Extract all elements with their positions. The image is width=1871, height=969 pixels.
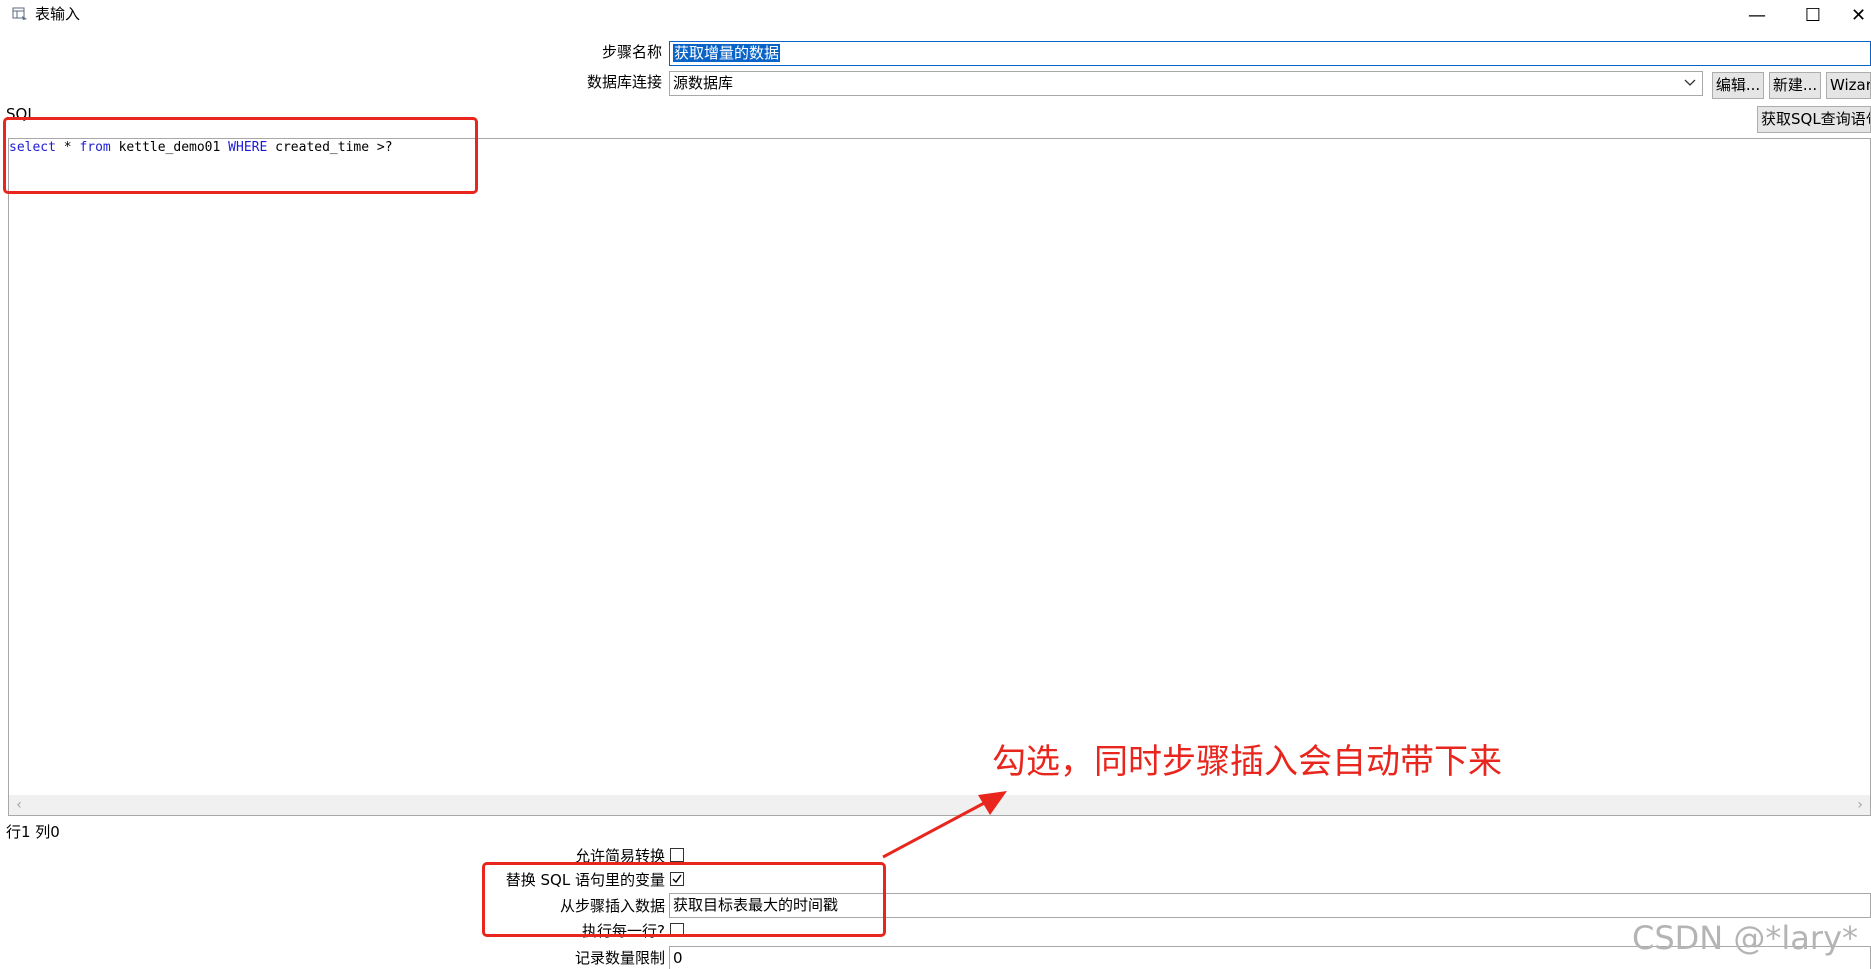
scroll-right-icon[interactable]: ›: [1850, 795, 1870, 815]
minimize-button[interactable]: —: [1734, 0, 1780, 30]
options-highlight-box: [482, 862, 886, 937]
lazy-conversion-checkbox[interactable]: [670, 848, 684, 862]
db-connection-value: 源数据库: [673, 74, 734, 92]
watermark: CSDN @*lary*: [1632, 919, 1858, 957]
edit-connection-button[interactable]: 编辑...: [1712, 72, 1764, 99]
scroll-left-icon[interactable]: ‹: [9, 795, 29, 815]
table-input-icon: [12, 7, 27, 20]
annotation-text: 勾选，同时步骤插入会自动带下来: [992, 742, 1502, 782]
arrow-icon: [882, 791, 1007, 859]
close-button[interactable]: ✕: [1846, 0, 1871, 30]
db-connection-label: 数据库连接: [586, 73, 662, 91]
limit-label: 记录数量限制: [574, 949, 665, 967]
maximize-button[interactable]: ☐: [1790, 0, 1836, 30]
limit-value: 0: [673, 949, 683, 967]
sql-editor[interactable]: [8, 138, 1871, 816]
step-name-label: 步骤名称: [601, 43, 662, 61]
maximize-icon: ☐: [1804, 4, 1822, 26]
step-name-input[interactable]: 获取增量的数据: [669, 41, 1871, 66]
step-name-value: 获取增量的数据: [673, 44, 781, 62]
close-icon: ✕: [1850, 4, 1867, 26]
new-connection-button[interactable]: 新建...: [1769, 72, 1821, 99]
window-title: 表输入: [35, 5, 81, 23]
title-bar: [0, 0, 1871, 30]
chevron-down-icon[interactable]: [1684, 78, 1696, 88]
db-connection-select[interactable]: 源数据库: [669, 71, 1703, 96]
cursor-position: 行1 列0: [6, 823, 60, 841]
get-sql-button[interactable]: 获取SQL查询语句...: [1757, 106, 1871, 133]
sql-highlight-box: [3, 117, 478, 194]
minimize-icon: —: [1748, 4, 1766, 26]
wizard-button[interactable]: Wizard...: [1826, 72, 1871, 99]
